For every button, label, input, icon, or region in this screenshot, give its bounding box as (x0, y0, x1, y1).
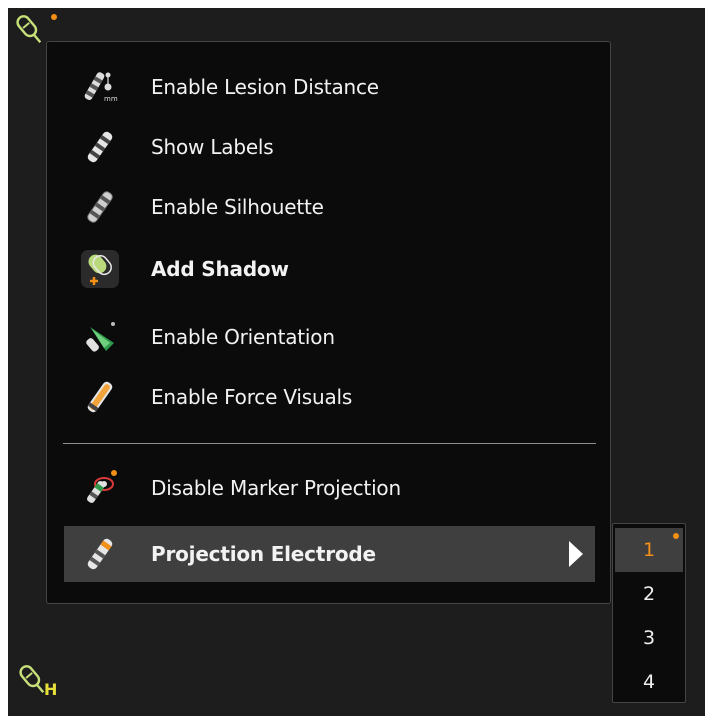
menu-item-label: Projection Electrode (151, 542, 376, 566)
menu-item-label: Enable Orientation (151, 325, 335, 349)
notification-dot (51, 14, 57, 20)
submenu-item-1[interactable]: 1 (615, 528, 683, 572)
submenu-item-3[interactable]: 3 (615, 616, 683, 660)
svg-text:mm: mm (104, 95, 118, 103)
menu-item-label: Show Labels (151, 135, 274, 159)
menu-item-label: Enable Lesion Distance (151, 75, 379, 99)
catheter-icon[interactable] (10, 12, 50, 48)
selected-dot-icon (673, 533, 679, 539)
orientation-icon (86, 322, 115, 352)
menu-item-enable-silhouette[interactable]: Enable Silhouette (64, 179, 595, 235)
menu-item-label: Enable Silhouette (151, 195, 324, 219)
submenu-item-4[interactable]: 4 (615, 660, 683, 704)
labels-icon (87, 131, 113, 163)
add-shadow-icon (81, 250, 119, 288)
menu-item-disable-marker-projection[interactable]: Disable Marker Projection (64, 460, 595, 516)
menu-separator (63, 443, 596, 444)
submenu-item-label: 3 (643, 627, 656, 649)
submenu-item-label: 2 (643, 583, 656, 605)
force-visuals-icon (87, 381, 113, 413)
menu-item-enable-force-visuals[interactable]: Enable Force Visuals (64, 369, 595, 425)
submenu-item-label: 1 (643, 539, 656, 561)
silhouette-icon (87, 191, 113, 223)
menu-item-projection-electrode[interactable]: Projection Electrode (64, 526, 595, 582)
menu-item-enable-orientation[interactable]: Enable Orientation (64, 309, 595, 365)
menu-item-label: Add Shadow (151, 257, 289, 281)
menu-item-label: Enable Force Visuals (151, 385, 353, 409)
context-menu: mm Enable Lesion Distance Show Labels En… (46, 41, 611, 604)
submenu-arrow-icon (569, 541, 583, 567)
marker-projection-icon (87, 470, 117, 503)
lesion-distance-icon: mm (84, 72, 118, 103)
submenu-item-label: 4 (643, 671, 656, 693)
menu-item-label: Disable Marker Projection (151, 476, 401, 500)
projection-electrode-submenu: 1 2 3 4 (612, 523, 686, 703)
submenu-item-2[interactable]: 2 (615, 572, 683, 616)
catheter-h-label: H (44, 680, 58, 699)
menu-item-enable-lesion-distance[interactable]: mm Enable Lesion Distance (64, 59, 595, 115)
menu-item-show-labels[interactable]: Show Labels (64, 119, 595, 175)
menu-item-add-shadow[interactable]: Add Shadow (64, 241, 595, 297)
projection-electrode-icon (87, 538, 113, 570)
